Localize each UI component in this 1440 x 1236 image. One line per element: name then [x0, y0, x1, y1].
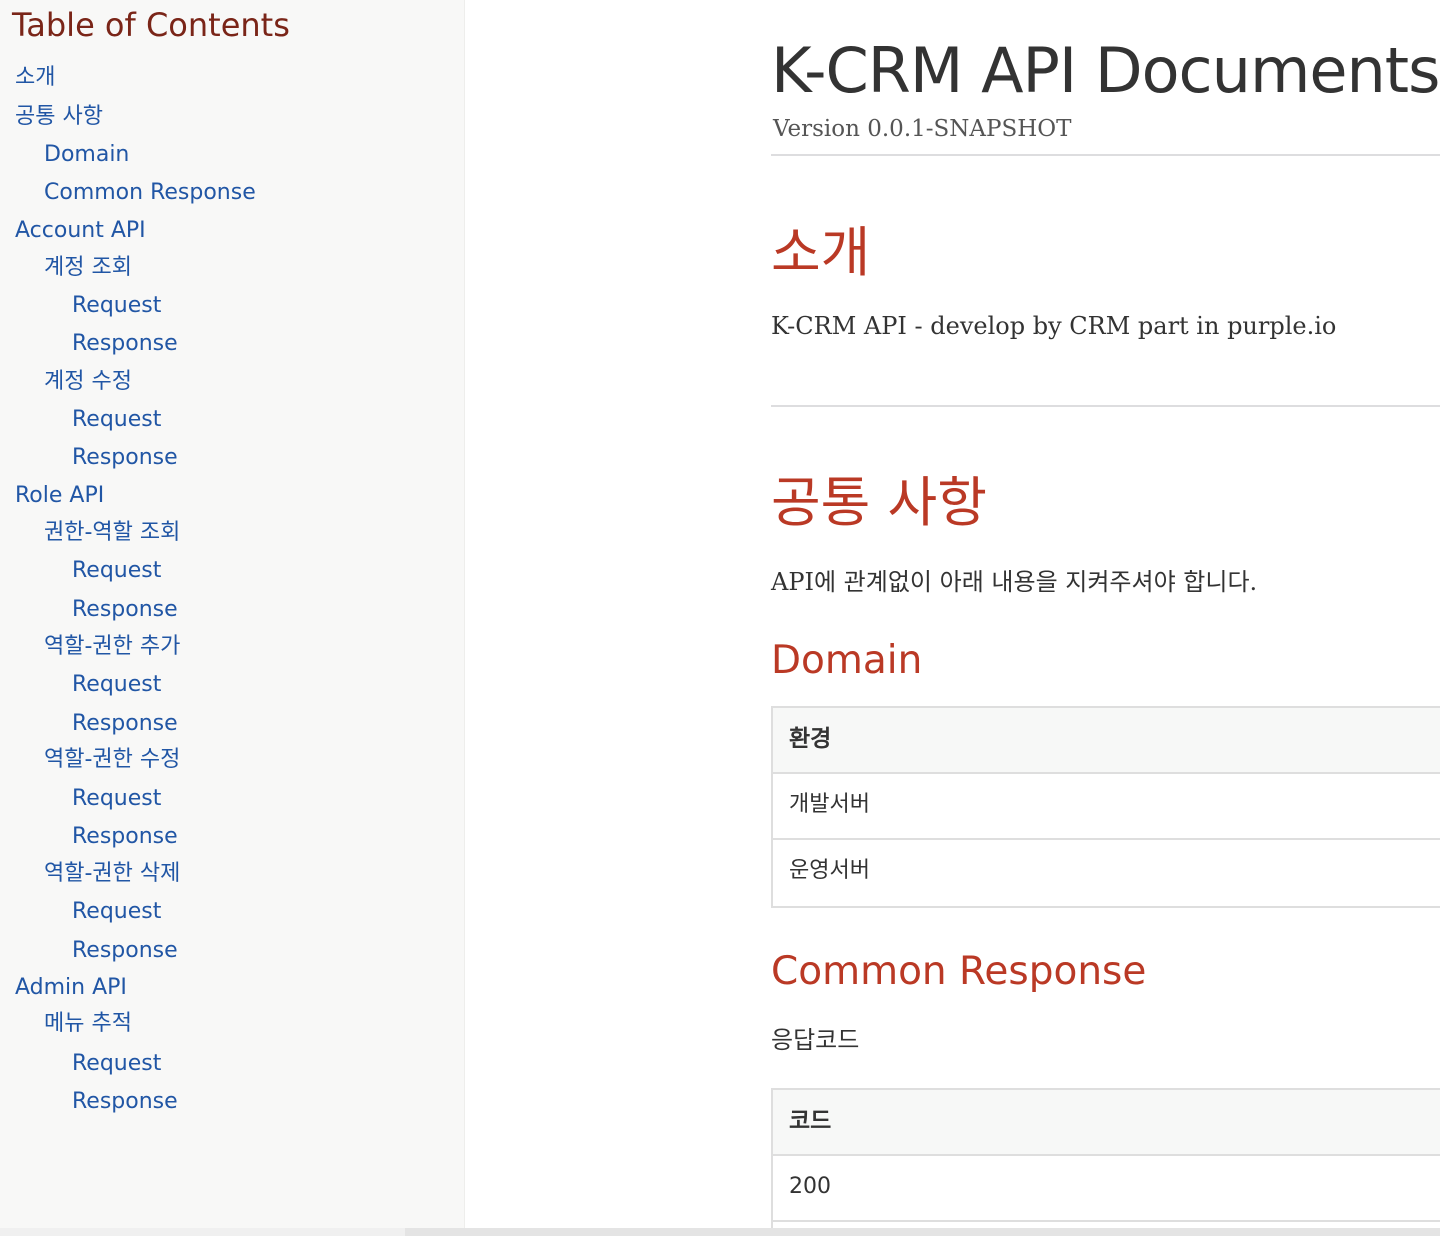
section-divider [771, 405, 1440, 407]
table-cell: 운영서버 [773, 840, 1440, 906]
section-heading-intro: 소개 [771, 221, 871, 284]
scrollbar-thumb[interactable] [405, 1228, 1440, 1236]
subsection-heading-domain: Domain [771, 638, 923, 683]
header-divider [771, 154, 1440, 156]
version-label: Version 0.0.1-SNAPSHOT [773, 116, 1072, 142]
section-heading-common: 공통 사항 [771, 471, 987, 534]
common-paragraph: API에 관계없이 아래 내용을 지켜주셔야 합니다. [771, 568, 1258, 596]
table-cell: 개발서버 [773, 774, 1440, 840]
response-code-label: 응답코드 [771, 1026, 860, 1054]
response-code-table: 코드 200 [771, 1088, 1440, 1236]
domain-table: 환경 개발서버 운영서버 [771, 706, 1440, 908]
table-header-cell: 코드 [773, 1090, 1440, 1156]
page-title: K-CRM API Documents [771, 34, 1440, 107]
document-content: K-CRM API Documents Version 0.0.1-SNAPSH… [0, 0, 1440, 1236]
table-header-cell: 환경 [773, 708, 1440, 774]
intro-paragraph: K-CRM API - develop by CRM part in purpl… [771, 312, 1337, 340]
subsection-heading-common-response: Common Response [771, 949, 1147, 994]
table-cell: 200 [773, 1156, 1440, 1222]
